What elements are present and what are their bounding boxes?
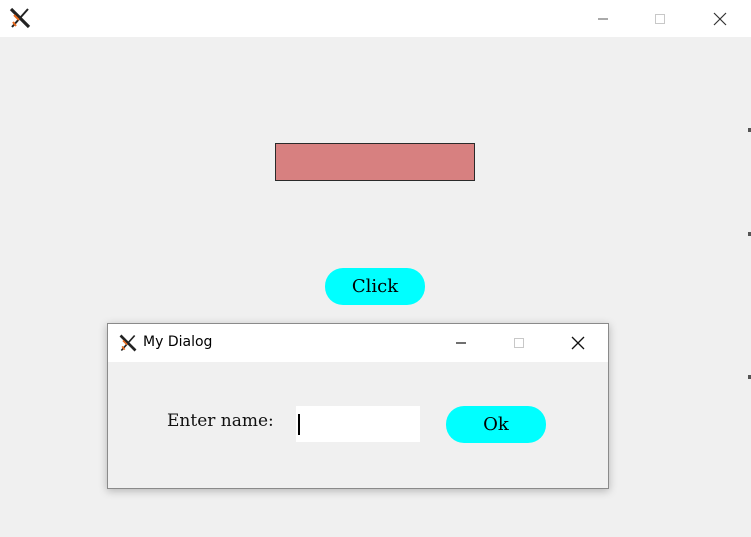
main-minimize-button[interactable] xyxy=(580,0,626,37)
dialog-title: My Dialog xyxy=(143,334,213,350)
color-rectangle xyxy=(275,143,475,181)
minimize-icon xyxy=(456,342,466,344)
close-icon xyxy=(571,336,585,350)
maximize-icon xyxy=(514,338,524,348)
name-label: Enter name: xyxy=(167,411,274,431)
x-app-icon xyxy=(9,7,31,29)
maximize-icon xyxy=(655,13,665,24)
my-dialog: My Dialog Enter name: Ok xyxy=(107,323,609,489)
main-close-button[interactable] xyxy=(697,0,743,37)
ok-button[interactable]: Ok xyxy=(446,406,546,443)
minimize-icon xyxy=(598,18,608,19)
name-input[interactable] xyxy=(296,406,420,442)
main-maximize-button[interactable] xyxy=(637,0,683,37)
x-app-icon xyxy=(119,334,137,352)
dialog-minimize-button[interactable] xyxy=(438,324,484,362)
click-button[interactable]: Click xyxy=(325,268,425,305)
close-icon xyxy=(713,12,727,25)
dialog-maximize-button[interactable] xyxy=(496,324,542,362)
text-caret xyxy=(298,414,300,435)
dialog-titlebar: My Dialog xyxy=(108,324,608,362)
dialog-close-button[interactable] xyxy=(555,324,601,362)
main-titlebar xyxy=(0,0,751,37)
